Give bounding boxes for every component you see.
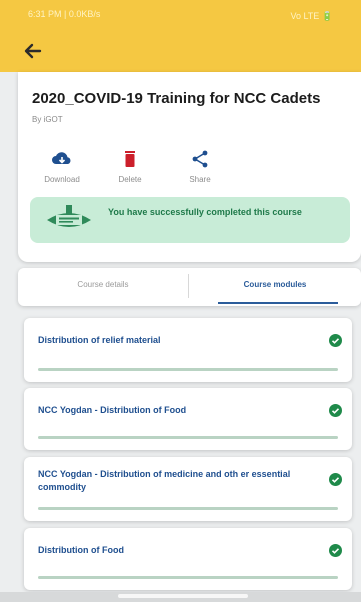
certificate-badge-icon: [47, 205, 91, 227]
course-header-card: 2020_COVID-19 Training for NCC Cadets By…: [18, 72, 361, 262]
module-progress-bar: [38, 507, 338, 510]
status-indicators: Vo LTE 🔋: [290, 10, 333, 21]
module-item[interactable]: Distribution of relief material: [24, 318, 352, 382]
module-item[interactable]: Distribution of Food: [24, 528, 352, 590]
module-item[interactable]: NCC Yogdan - Distribution of Food: [24, 388, 352, 450]
share-button[interactable]: Share: [170, 150, 230, 184]
tab-course-modules[interactable]: Course modules: [189, 268, 361, 306]
tab-course-details[interactable]: Course details: [18, 268, 188, 306]
module-progress-bar: [38, 576, 338, 579]
download-label: Download: [44, 175, 80, 184]
back-arrow-icon[interactable]: [22, 40, 48, 66]
completion-banner: You have successfully completed this cou…: [30, 197, 350, 243]
check-circle-icon: [329, 334, 342, 347]
app-bar: 6:31 PM | 0.0KB/s Vo LTE 🔋: [0, 0, 361, 72]
module-progress-bar: [38, 436, 338, 439]
module-item[interactable]: NCC Yogdan - Distribution of medicine an…: [24, 457, 352, 521]
check-circle-icon: [329, 473, 342, 486]
status-bar: 6:31 PM | 0.0KB/s Vo LTE 🔋: [28, 9, 333, 23]
delete-label: Delete: [118, 175, 142, 184]
cloud-download-icon: [52, 152, 71, 164]
course-author: By iGOT: [32, 115, 63, 124]
course-title: 2020_COVID-19 Training for NCC Cadets: [32, 90, 321, 107]
status-time: 6:31 PM | 0.0KB/s: [28, 9, 101, 19]
delete-button[interactable]: Delete: [100, 150, 160, 184]
home-indicator[interactable]: [118, 594, 248, 598]
download-button[interactable]: Download: [32, 150, 92, 184]
completion-message: You have successfully completed this cou…: [108, 207, 302, 217]
check-circle-icon: [329, 404, 342, 417]
share-icon: [192, 150, 208, 168]
module-progress-bar: [38, 368, 338, 371]
tab-bar: Course details Course modules: [18, 268, 361, 306]
trash-icon: [125, 151, 135, 167]
check-circle-icon: [329, 544, 342, 557]
active-tab-indicator: [218, 302, 338, 304]
module-title: Distribution of relief material: [38, 335, 161, 345]
module-title: Distribution of Food: [38, 545, 124, 555]
module-title: NCC Yogdan - Distribution of medicine an…: [38, 469, 291, 492]
module-title: NCC Yogdan - Distribution of Food: [38, 405, 187, 415]
share-label: Share: [189, 175, 211, 184]
